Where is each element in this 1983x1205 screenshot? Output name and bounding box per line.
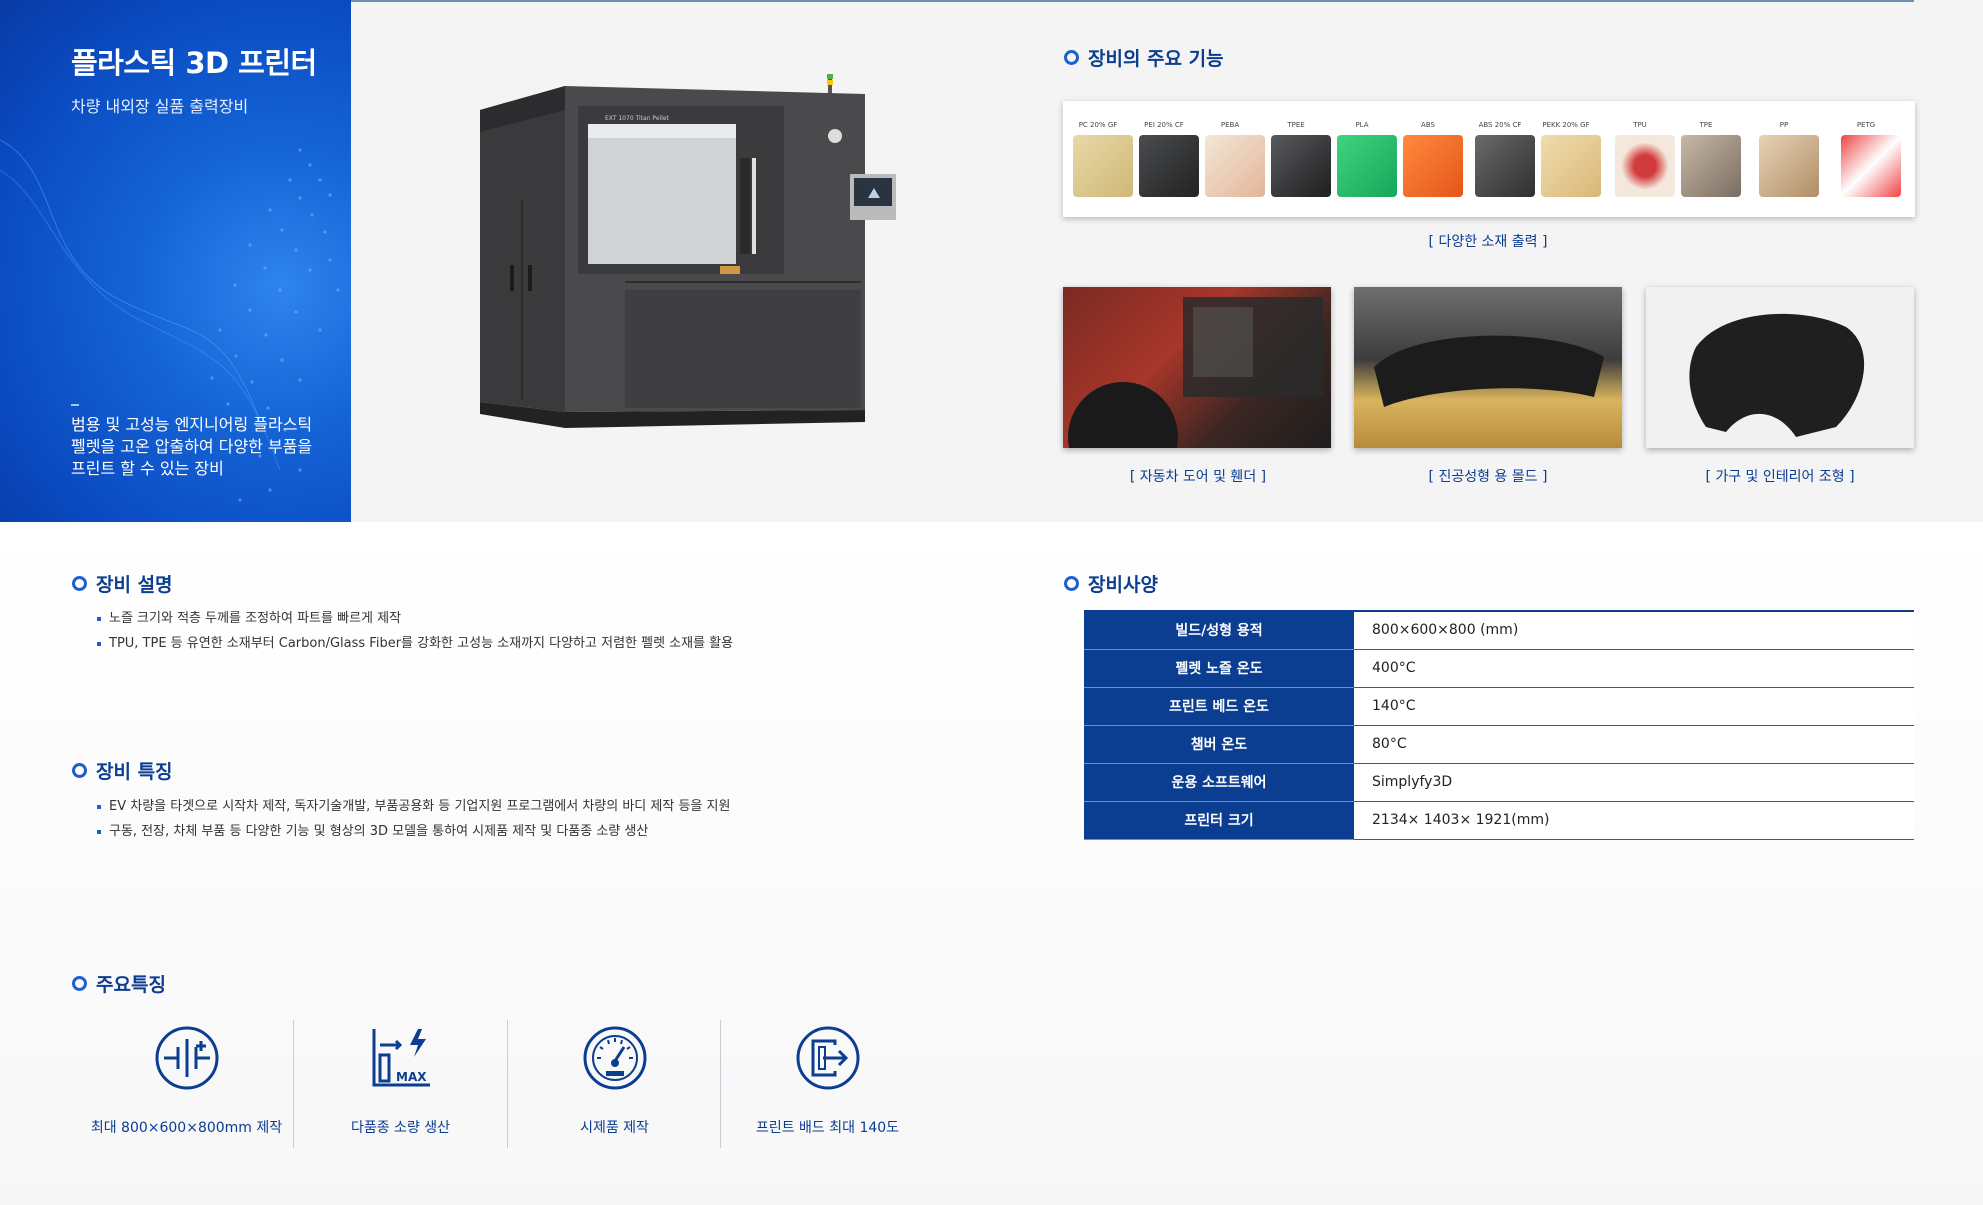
printer-image: EXT 1070 Titan Pellet <box>480 74 896 428</box>
export-arrow-icon <box>796 1026 860 1090</box>
material-sample-image <box>1759 135 1819 197</box>
vacuum-mold-photo <box>1354 287 1622 448</box>
section-bullet-icon <box>1064 576 1079 591</box>
list-item: 구동, 전장, 차체 부품 등 다양한 기능 및 형상의 3D 모델을 통하여 … <box>95 819 730 844</box>
table-row: 프린트 베드 온도 140°C <box>1084 687 1914 726</box>
spec-value: 80°C <box>1354 725 1914 764</box>
features-list: EV 차량을 타겟으로 시작차 제작, 독자기술개발, 부품공용화 등 기업지원… <box>95 794 730 844</box>
furniture-photo <box>1646 287 1914 448</box>
materials-caption: [ 다양한 소재 출력 ] <box>1428 234 1548 250</box>
size-plus-icon <box>155 1026 219 1090</box>
material-sample-image <box>1841 135 1901 197</box>
material-item: PETG <box>1831 101 1901 217</box>
spec-key: 펠렛 노즐 온도 <box>1084 649 1354 688</box>
material-item: TPEE <box>1261 101 1331 217</box>
features-title: 장비 특징 <box>72 757 173 784</box>
description-list: 노즐 크기와 적층 두께를 조정하여 파트를 빠르게 제작 TPU, TPE 등… <box>95 606 733 656</box>
material-sample-image <box>1615 135 1675 197</box>
material-sample-image <box>1205 135 1265 197</box>
material-sample-image <box>1139 135 1199 197</box>
section-bullet-icon <box>72 576 87 591</box>
feature-item: MAX 다품종 소량 생산 <box>294 1020 507 1150</box>
feature-label: 프린트 배드 최대 140도 <box>755 1120 900 1136</box>
svg-text:MAX: MAX <box>396 1070 427 1084</box>
car-door-photo <box>1063 287 1331 448</box>
section-bullet-icon <box>72 976 87 991</box>
table-row: 빌드/성형 용적 800×600×800 (mm) <box>1084 610 1914 650</box>
spec-key: 프린터 크기 <box>1084 801 1354 840</box>
top-divider-line <box>350 0 1914 2</box>
hero-subtitle: 차량 내외장 실품 출력장비 <box>71 97 249 116</box>
section-bullet-icon <box>1064 50 1079 65</box>
hero-description: 범용 및 고성능 엔지니어링 플라스틱 펠렛을 고온 압출하여 다양한 부품을 … <box>71 415 313 478</box>
spec-key: 챔버 온도 <box>1084 725 1354 764</box>
feature-label: 다품종 소량 생산 <box>350 1120 451 1136</box>
material-item: PEKK 20% GF <box>1531 101 1601 217</box>
feature-item: 최대 800×600×800mm 제작 <box>80 1020 293 1150</box>
hero-title: 플라스틱 3D 프린터 <box>71 46 317 80</box>
gauge-icon <box>583 1026 647 1090</box>
feature-item: 시제품 제작 <box>508 1020 721 1150</box>
material-item: PP <box>1749 101 1819 217</box>
material-sample-image <box>1337 135 1397 197</box>
material-sample-image <box>1541 135 1601 197</box>
hero-panel: 플라스틱 3D 프린터 차량 내외장 실품 출력장비 범용 및 고성능 엔지니어… <box>0 0 351 522</box>
feature-label: 시제품 제작 <box>580 1120 649 1136</box>
table-row: 챔버 온도 80°C <box>1084 725 1914 764</box>
material-item: PEI 20% CF <box>1129 101 1199 217</box>
spec-value: 2134× 1403× 1921(mm) <box>1354 801 1914 840</box>
spec-value: 140°C <box>1354 687 1914 726</box>
material-sample-image <box>1271 135 1331 197</box>
list-item: EV 차량을 타겟으로 시작차 제작, 독자기술개발, 부품공용화 등 기업지원… <box>95 794 730 819</box>
material-sample-image <box>1681 135 1741 197</box>
section-bullet-icon <box>72 763 87 778</box>
material-item: ABS <box>1393 101 1463 217</box>
max-production-icon: MAX <box>372 1029 430 1087</box>
material-item: ABS 20% CF <box>1465 101 1535 217</box>
spec-table: 빌드/성형 용적 800×600×800 (mm) 펠렛 노즐 온도 400°C 프… <box>1084 610 1914 840</box>
feature-item: 프린트 배드 최대 140도 <box>721 1020 934 1150</box>
spec-title: 장비사양 <box>1064 570 1158 597</box>
spec-key: 운용 소프트웨어 <box>1084 763 1354 802</box>
description-title: 장비 설명 <box>72 570 173 597</box>
table-row: 운용 소프트웨어 Simplyfy3D <box>1084 763 1914 802</box>
spec-key: 빌드/성형 용적 <box>1084 610 1354 650</box>
list-item: TPU, TPE 등 유연한 소재부터 Carbon/Glass Fiber를 … <box>95 631 733 656</box>
car-door-caption: [ 자동차 도어 및 휀더 ] <box>1129 469 1267 485</box>
material-sample-image <box>1403 135 1463 197</box>
key-features-title: 주요특징 <box>72 970 166 997</box>
feature-label: 최대 800×600×800mm 제작 <box>90 1120 283 1136</box>
materials-strip: PC 20% GF PEI 20% CF PEBA TPEE PLA ABS A… <box>1063 101 1915 217</box>
material-item: PLA <box>1327 101 1397 217</box>
furniture-caption: [ 가구 및 인테리어 조형 ] <box>1705 469 1855 485</box>
main-functions-title: 장비의 주요 기능 <box>1064 44 1224 71</box>
material-sample-image <box>1475 135 1535 197</box>
table-row: 프린터 크기 2134× 1403× 1921(mm) <box>1084 801 1914 840</box>
printer-model-label: EXT 1070 Titan Pellet <box>605 115 670 122</box>
spec-value: 800×600×800 (mm) <box>1354 610 1914 650</box>
material-item: PC 20% GF <box>1063 101 1133 217</box>
spec-value: Simplyfy3D <box>1354 763 1914 802</box>
material-sample-image <box>1073 135 1133 197</box>
hero-dash <box>71 404 79 406</box>
material-item: TPU <box>1605 101 1675 217</box>
material-item: PEBA <box>1195 101 1265 217</box>
list-item: 노즐 크기와 적층 두께를 조정하여 파트를 빠르게 제작 <box>95 606 733 631</box>
table-row: 펠렛 노즐 온도 400°C <box>1084 649 1914 688</box>
vacuum-mold-caption: [ 진공성형 용 몰드 ] <box>1428 469 1548 485</box>
spec-key: 프린트 베드 온도 <box>1084 687 1354 726</box>
spec-value: 400°C <box>1354 649 1914 688</box>
material-item: TPE <box>1671 101 1741 217</box>
